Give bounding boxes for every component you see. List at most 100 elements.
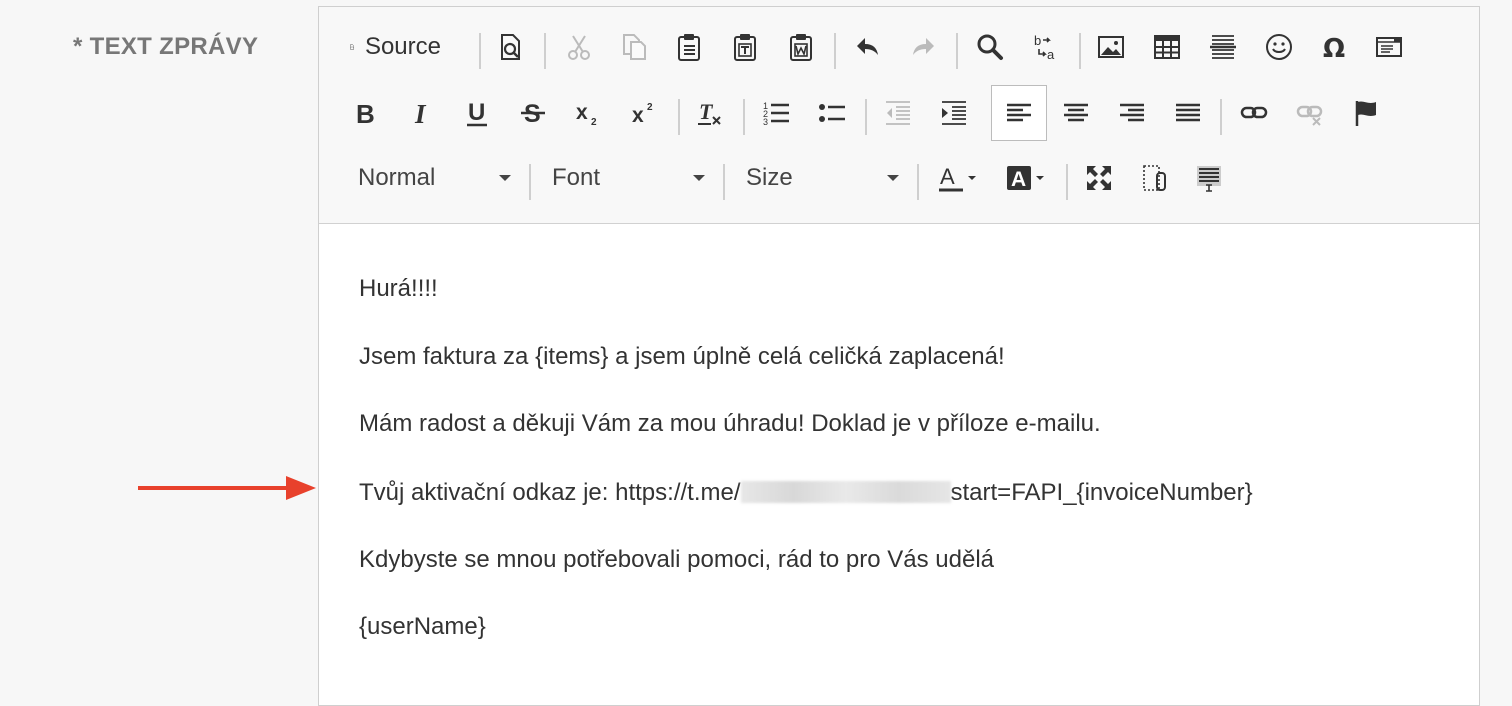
text-color-icon: A — [939, 164, 976, 192]
svg-text:a: a — [1047, 47, 1055, 62]
link-button[interactable] — [1230, 85, 1278, 141]
underline-button[interactable]: U — [453, 85, 501, 141]
content-paragraph: Mám radost a děkuji Vám za mou úhradu! D… — [359, 410, 1101, 437]
redo-button[interactable] — [899, 19, 947, 75]
about-button[interactable] — [1185, 150, 1233, 206]
align-center-button[interactable] — [1052, 85, 1100, 141]
anchor-button[interactable] — [1342, 85, 1390, 141]
paste-text-button[interactable] — [721, 19, 769, 75]
cut-button[interactable] — [555, 19, 603, 75]
format-combo[interactable]: Normal — [321, 150, 527, 206]
background-color-button[interactable]: A — [997, 150, 1053, 206]
content-paragraph: Kdybyste se mnou potřebovali pomoci, rád… — [359, 546, 995, 573]
copy-button[interactable] — [609, 19, 657, 75]
remove-format-button[interactable]: T — [686, 85, 734, 141]
search-icon — [977, 34, 1003, 60]
svg-text:T: T — [699, 99, 714, 124]
smiley-icon — [1266, 34, 1292, 60]
activation-link-paragraph: Tvůj aktivační odkaz je: https://t.me/st… — [359, 479, 1253, 507]
justify-button[interactable] — [1164, 85, 1212, 141]
svg-text:2: 2 — [647, 102, 653, 113]
indent-button[interactable] — [930, 85, 978, 141]
align-right-button[interactable] — [1108, 85, 1156, 141]
bulleted-list-button[interactable] — [808, 85, 856, 141]
paste-word-icon — [790, 34, 812, 61]
image-icon — [1098, 36, 1124, 58]
link-suffix: start=FAPI_{invoiceNumber} — [950, 479, 1253, 506]
paste-text-icon — [734, 34, 756, 61]
smiley-button[interactable] — [1255, 19, 1303, 75]
replace-button[interactable]: b a — [1022, 19, 1070, 75]
paste-word-button[interactable] — [777, 19, 825, 75]
align-right-icon — [1120, 103, 1144, 122]
toolbar-row-1: Source b a Ω — [319, 19, 1479, 79]
chevron-down-icon — [693, 175, 705, 181]
svg-text:2: 2 — [591, 117, 597, 128]
image-button[interactable] — [1087, 19, 1135, 75]
iframe-icon — [1376, 37, 1402, 57]
numbered-list-icon: 1 2 3 — [763, 101, 789, 127]
align-center-icon — [1064, 103, 1088, 122]
show-blocks-button[interactable] — [1131, 150, 1179, 206]
find-button[interactable] — [966, 19, 1014, 75]
rich-text-editor: Source b a Ω B I U x 2 x 2 T 1 2 3 Norma… — [318, 6, 1480, 706]
horizontal-rule-button[interactable] — [1199, 19, 1247, 75]
scissors-icon — [568, 35, 590, 60]
redacted-text — [740, 481, 951, 503]
field-label: * TEXT ZPRÁVY — [73, 33, 259, 60]
format-combo-value: Normal — [358, 164, 436, 191]
numbered-list-button[interactable]: 1 2 3 — [752, 85, 800, 141]
special-char-button[interactable]: Ω — [1311, 19, 1359, 75]
content-paragraph: Hurá!!!! — [359, 275, 438, 302]
page-break-button[interactable] — [1365, 19, 1413, 75]
svg-text:I: I — [414, 99, 427, 128]
strikethrough-button[interactable]: S — [509, 85, 557, 141]
font-combo-value: Font — [552, 164, 601, 191]
svg-text:A: A — [940, 164, 955, 189]
italic-button[interactable]: I — [397, 85, 445, 141]
subscript-button[interactable]: x 2 — [565, 85, 613, 141]
copy-icon — [623, 34, 646, 60]
table-icon — [1154, 35, 1180, 59]
chevron-down-icon — [887, 175, 899, 181]
superscript-button[interactable]: x 2 — [621, 85, 669, 141]
clipboard-icon — [678, 34, 700, 61]
bold-button[interactable]: B — [341, 85, 389, 141]
maximize-button[interactable] — [1075, 150, 1123, 206]
source-button[interactable]: Source — [319, 19, 441, 75]
arrow-annotation-icon — [138, 476, 316, 500]
size-combo-value: Size — [746, 164, 793, 191]
size-combo[interactable]: Size — [709, 150, 915, 206]
svg-text:Ω: Ω — [1323, 34, 1345, 62]
svg-text:A: A — [1011, 168, 1026, 191]
svg-text:b: b — [1034, 33, 1041, 48]
preview-icon — [501, 34, 520, 60]
align-left-icon — [1007, 103, 1031, 122]
editor-toolbar: Source b a Ω B I U x 2 x 2 T 1 2 3 Norma… — [319, 7, 1479, 224]
omega-icon: Ω — [1323, 34, 1345, 62]
toolbar-row-2: B I U S x — [319, 85, 1479, 145]
svg-text:x: x — [576, 101, 588, 124]
show-blocks-icon — [1143, 165, 1166, 191]
text-color-button[interactable]: A — [929, 150, 985, 206]
unlink-button[interactable] — [1286, 85, 1334, 141]
outdent-icon — [886, 101, 910, 125]
chevron-down-icon — [499, 175, 511, 181]
remove-format-icon: T — [698, 99, 721, 125]
undo-button[interactable] — [844, 19, 892, 75]
maximize-icon — [1087, 166, 1111, 190]
replace-icon: b a — [1034, 33, 1055, 62]
outdent-button[interactable] — [874, 85, 922, 141]
strikethrough-icon: S — [521, 100, 545, 128]
bold-icon: B — [356, 99, 375, 128]
align-left-button[interactable] — [991, 85, 1047, 141]
link-icon — [1240, 106, 1268, 119]
table-button[interactable] — [1143, 19, 1191, 75]
undo-icon — [857, 38, 878, 55]
italic-icon: I — [414, 99, 427, 128]
paste-button[interactable] — [665, 19, 713, 75]
horizontal-rule-icon — [1210, 35, 1236, 59]
preview-button[interactable] — [486, 19, 534, 75]
font-combo[interactable]: Font — [515, 150, 721, 206]
link-prefix: Tvůj aktivační odkaz je: https://t.me/ — [359, 479, 741, 506]
